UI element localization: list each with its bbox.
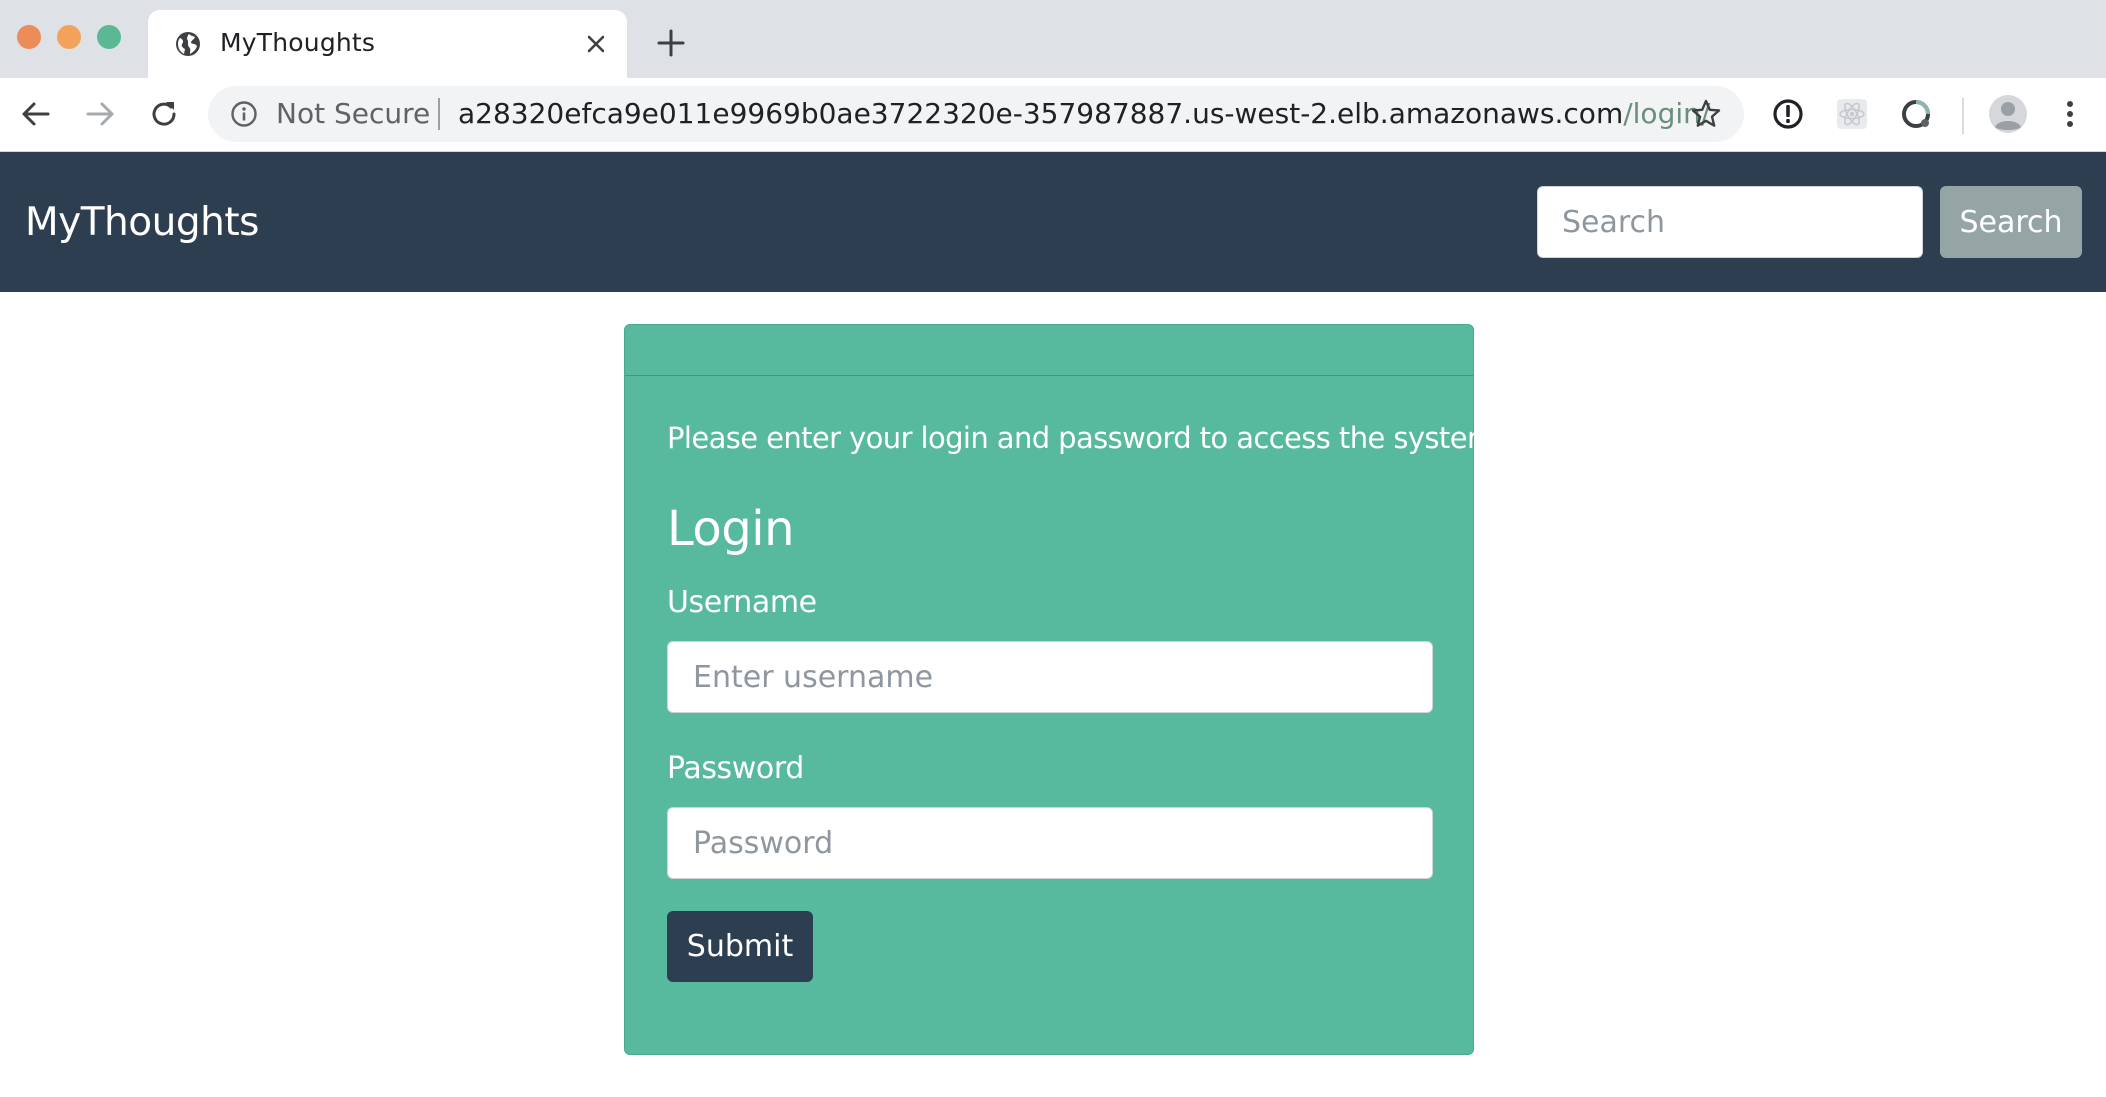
avatar-icon[interactable]: [1988, 94, 2028, 134]
address-separator: [438, 98, 440, 130]
browser-tab-active[interactable]: MyThoughts: [148, 10, 627, 78]
tab-title: MyThoughts: [220, 28, 376, 57]
search-input[interactable]: [1537, 186, 1923, 258]
browser-toolbar: Not Secure a28320efca9e011e9969b0ae37223…: [0, 78, 2106, 152]
forward-arrow-icon[interactable]: [82, 96, 118, 132]
app-navbar: MyThoughts Search: [0, 152, 2106, 292]
username-label: Username: [667, 585, 817, 620]
password-label: Password: [667, 751, 804, 786]
extension-icon[interactable]: [1898, 96, 1934, 132]
login-card: Please enter your login and password to …: [624, 324, 1504, 1055]
submit-button[interactable]: Submit: [667, 911, 813, 982]
reload-icon[interactable]: [146, 96, 182, 132]
window-close-button[interactable]: [17, 25, 41, 49]
search-button[interactable]: Search: [1940, 186, 2082, 258]
info-icon[interactable]: [230, 100, 258, 128]
toolbar-divider: [1962, 98, 1964, 134]
new-tab-plus-icon[interactable]: [656, 28, 686, 58]
username-field[interactable]: [667, 641, 1433, 713]
close-icon[interactable]: [582, 30, 610, 58]
login-heading: Login: [667, 501, 795, 557]
react-devtools-icon[interactable]: [1834, 96, 1870, 132]
security-status-label[interactable]: Not Secure: [276, 97, 430, 130]
kebab-menu-icon[interactable]: [2052, 96, 2088, 132]
password-manager-icon[interactable]: [1770, 96, 1806, 132]
password-field[interactable]: [667, 807, 1433, 879]
window-minimize-button[interactable]: [57, 25, 81, 49]
login-intro-text: Please enter your login and password to …: [667, 421, 1504, 455]
star-icon[interactable]: [1690, 98, 1722, 130]
url-text[interactable]: a28320efca9e011e9969b0ae3722320e-3579878…: [458, 97, 1710, 130]
globe-icon: [176, 32, 200, 56]
browser-tab-strip: MyThoughts: [0, 0, 2106, 78]
url-host: a28320efca9e011e9969b0ae3722320e-3579878…: [458, 97, 1624, 130]
address-bar[interactable]: Not Secure a28320efca9e011e9969b0ae37223…: [208, 86, 1744, 142]
back-arrow-icon[interactable]: [18, 96, 54, 132]
window-maximize-button[interactable]: [97, 25, 121, 49]
brand-logo-text[interactable]: MyThoughts: [25, 200, 259, 245]
card-header: [625, 325, 1473, 376]
